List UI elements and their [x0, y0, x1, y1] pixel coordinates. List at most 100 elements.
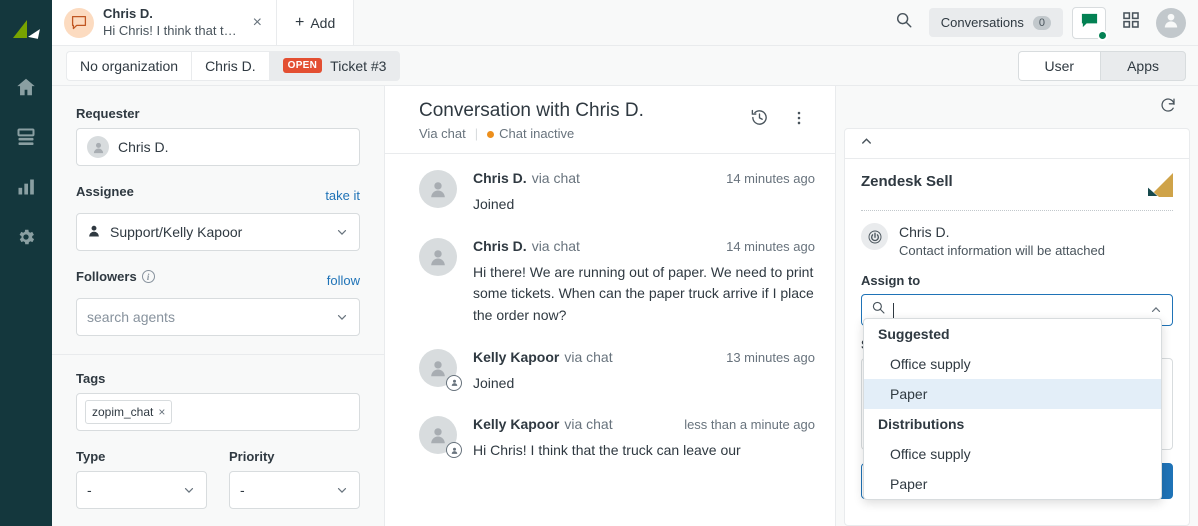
message-author: Chris D.: [473, 170, 527, 186]
tab-user[interactable]: User: [1018, 51, 1101, 81]
conversation-via: Via chat: [419, 126, 466, 141]
home-icon: [15, 76, 37, 103]
breadcrumb-label: Ticket #3: [330, 58, 386, 74]
breadcrumb-item-org[interactable]: No organization: [66, 51, 191, 81]
type-priority-row: Type - Priority -: [76, 449, 360, 509]
type-value: -: [87, 482, 92, 498]
info-icon[interactable]: i: [142, 270, 155, 283]
chevron-down-icon: [335, 310, 349, 324]
message-timestamp: 13 minutes ago: [726, 350, 815, 365]
user-avatar[interactable]: [1156, 8, 1186, 38]
chat-status-button[interactable]: [1072, 7, 1106, 39]
chevron-down-icon: [335, 483, 349, 497]
topbar-actions: Conversations 0: [888, 0, 1198, 45]
chevron-down-icon: [335, 225, 349, 239]
search-icon: [895, 11, 913, 34]
assignee-value: Support/Kelly Kapoor: [110, 224, 242, 240]
user-avatar-icon: [87, 136, 109, 158]
followers-input[interactable]: search agents: [76, 298, 360, 336]
add-tab-label: Add: [310, 15, 335, 31]
conversation-actions: [743, 100, 815, 136]
type-select[interactable]: -: [76, 471, 207, 509]
message-via: via chat: [532, 170, 580, 186]
apps-grid-button[interactable]: [1115, 7, 1147, 39]
chevron-up-icon[interactable]: [1149, 303, 1163, 317]
breadcrumb-label: No organization: [80, 58, 178, 74]
topbar-spacer: [354, 0, 888, 45]
assign-to-label: Assign to: [861, 273, 1173, 288]
breadcrumb-bar: No organization Chris D. OPEN Ticket #3 …: [52, 46, 1198, 86]
dropdown-option[interactable]: Paper: [864, 469, 1161, 499]
tag-chip[interactable]: zopim_chat ×: [85, 400, 172, 424]
search-button[interactable]: [888, 7, 920, 39]
message-item: Chris D. via chat 14 minutes ago Hi ther…: [419, 238, 815, 327]
requester-input[interactable]: Chris D.: [76, 128, 360, 166]
breadcrumb-item-ticket[interactable]: OPEN Ticket #3: [269, 51, 401, 81]
refresh-apps-button[interactable]: [1152, 91, 1184, 123]
tab-user-label: User: [1045, 58, 1075, 74]
message-via: via chat: [564, 416, 612, 432]
priority-label: Priority: [229, 449, 360, 464]
sidebar-item-views[interactable]: [0, 114, 52, 164]
power-contact-icon: [861, 223, 888, 250]
priority-select[interactable]: -: [229, 471, 360, 509]
dropdown-option[interactable]: Paper: [864, 379, 1161, 409]
assignee-select[interactable]: Support/Kelly Kapoor: [76, 213, 360, 251]
dropdown-option[interactable]: Office supply: [864, 439, 1161, 469]
tags-input[interactable]: zopim_chat ×: [76, 393, 360, 431]
assignee-field: Assignee take it Support/Kelly Kapoor: [76, 184, 360, 251]
close-icon[interactable]: ×: [249, 15, 266, 31]
agent-badge-icon: [446, 442, 462, 458]
conversations-count: 0: [1033, 16, 1051, 30]
zendesk-logo[interactable]: [9, 14, 43, 48]
tab-subtitle: Hi Chris! I think that th...: [103, 23, 240, 39]
add-tab-button[interactable]: + Add: [277, 0, 354, 45]
status-badge: OPEN: [283, 58, 323, 73]
conversations-button[interactable]: Conversations 0: [929, 8, 1063, 37]
more-options-button[interactable]: [783, 104, 815, 136]
zendesk-agent-workspace: Chris D. Hi Chris! I think that th... × …: [0, 0, 1198, 526]
chat-status-icon: [1080, 11, 1099, 35]
divider: [52, 354, 384, 355]
avatar: [419, 349, 457, 387]
message-text: Hi there! We are running out of paper. W…: [473, 262, 815, 327]
message-item: Kelly Kapoor via chat 13 minutes ago Joi…: [419, 349, 815, 395]
conversation-panel: Conversation with Chris D. Via chat | Ch…: [385, 86, 836, 526]
message-list: Chris D. via chat 14 minutes ago Joined: [385, 154, 835, 526]
remove-tag-icon[interactable]: ×: [158, 405, 165, 419]
tab-apps[interactable]: Apps: [1100, 51, 1186, 81]
grid-apps-icon: [1122, 11, 1140, 34]
user-apps-toggle: User Apps: [1018, 51, 1186, 81]
assign-to-dropdown[interactable]: Suggested Office supply Paper Distributi…: [863, 318, 1162, 500]
message-author: Kelly Kapoor: [473, 349, 559, 365]
breadcrumb-item-user[interactable]: Chris D.: [191, 51, 269, 81]
message-timestamp: less than a minute ago: [684, 417, 815, 432]
tab-title: Chris D.: [103, 6, 240, 22]
tags-field: Tags zopim_chat ×: [76, 371, 360, 431]
app-card-collapse-bar[interactable]: [845, 129, 1189, 159]
tag-label: zopim_chat: [92, 405, 153, 419]
sidebar-item-home[interactable]: [0, 64, 52, 114]
more-vertical-icon: [790, 109, 808, 132]
follow-link[interactable]: follow: [327, 273, 360, 288]
chevron-up-icon: [859, 134, 874, 154]
sidebar-item-admin[interactable]: [0, 214, 52, 264]
sell-header: Zendesk Sell: [861, 173, 1173, 199]
message-text: Hi Chris! I think that the truck can lea…: [473, 440, 815, 462]
tags-label: Tags: [76, 371, 360, 386]
take-it-link[interactable]: take it: [325, 188, 360, 203]
requester-label: Requester: [76, 106, 360, 121]
left-nav-rail: [0, 0, 52, 526]
conversations-label: Conversations: [941, 15, 1024, 30]
message-via: via chat: [564, 349, 612, 365]
dropdown-option[interactable]: Office supply: [864, 349, 1161, 379]
message-timestamp: 14 minutes ago: [726, 239, 815, 254]
sell-contact-note: Contact information will be attached: [899, 242, 1105, 260]
meta-separator: |: [475, 126, 478, 141]
type-field: Type -: [76, 449, 207, 509]
requester-field: Requester Chris D.: [76, 106, 360, 166]
message-author: Kelly Kapoor: [473, 416, 559, 432]
history-button[interactable]: [743, 104, 775, 136]
sidebar-item-reporting[interactable]: [0, 164, 52, 214]
ticket-tab[interactable]: Chris D. Hi Chris! I think that th... ×: [52, 0, 277, 45]
